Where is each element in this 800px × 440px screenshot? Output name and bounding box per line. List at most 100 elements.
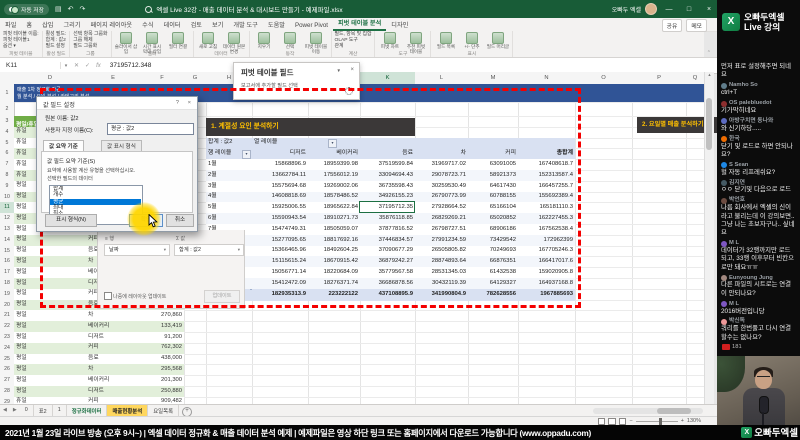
- cancel-entry-icon[interactable]: ✕: [74, 62, 79, 69]
- chat-message[interactable]: M L 2016버전입니당: [721, 301, 796, 316]
- pivot-total-value[interactable]: 1967885693: [518, 288, 575, 302]
- chat-message[interactable]: Eunyoung Jung 다른 파일의 시트로는 연결이 안되나요?: [721, 275, 796, 299]
- fx-icon[interactable]: fx: [96, 63, 101, 69]
- pivot-total-value[interactable]: 182935313.9: [252, 288, 308, 302]
- ribbon-button-필터 연결[interactable]: 필터 연결: [167, 32, 190, 50]
- cell-amount: 438,000: [161, 355, 182, 362]
- chat-list[interactable]: 먼저 표로 설정해주면 되네요 Namho So ctrl+T OS paleblue…: [717, 52, 800, 342]
- ribbon-right-buttons: 공유 메모: [661, 19, 707, 32]
- ribbon-tab-개발 도구[interactable]: 개발 도구: [228, 18, 263, 31]
- values-area-label: Σ 값: [176, 236, 186, 242]
- dialog-close-icon[interactable]: ×: [188, 100, 191, 106]
- chat-message[interactable]: 먼저 표로 설정해주면 되네요: [721, 63, 796, 80]
- ribbon-button-지우기[interactable]: 지우기: [253, 32, 276, 50]
- pivot-total-value[interactable]: 223222122: [308, 288, 360, 302]
- minimize-button[interactable]: —: [661, 6, 677, 13]
- restore-button[interactable]: □: [681, 6, 697, 13]
- confirm-entry-icon[interactable]: ✓: [85, 62, 90, 69]
- autosave-label: 자동 저장: [21, 7, 44, 14]
- chat-message[interactable]: M L 데이터가 32행까지만 로드되고, 33행 이후부터 빈칸으로만 돼요ㅠㅠ: [721, 240, 796, 272]
- chat-message[interactable]: 박신독 쿼리를 한번풀고 다시 연결 할수는 없나요?: [721, 318, 796, 342]
- dialog-title-bar[interactable]: 값 필드 설정 ? ×: [37, 97, 197, 110]
- row-header-1[interactable]: 1: [0, 84, 15, 103]
- chat-text: ㅇㅇ 닫기및 다음으로 로드: [721, 186, 791, 194]
- redo-icon[interactable]: ↷: [79, 5, 85, 13]
- ribbon-tab-그리기[interactable]: 그리기: [58, 18, 85, 31]
- search-icon[interactable]: [145, 5, 153, 13]
- ribbon-tab-도움말[interactable]: 도움말: [263, 18, 290, 31]
- pane-close-icon[interactable]: ×: [350, 67, 354, 73]
- save-icon[interactable]: ▤: [55, 5, 62, 13]
- values-field-chip[interactable]: 합계 : 값2 ▾: [174, 244, 244, 256]
- chat-message[interactable]: 아방구치면 동나와 와 신기하당.....: [721, 118, 796, 133]
- zoom-level[interactable]: 130%: [687, 418, 701, 424]
- ribbon-tab-검토[interactable]: 검토: [186, 18, 207, 31]
- filter-dropdown-icon[interactable]: ▾: [242, 149, 251, 159]
- ribbon-button-필드 머리글[interactable]: 필드 머리글: [486, 32, 509, 50]
- name-box-dropdown-icon[interactable]: ▾: [61, 63, 71, 69]
- zoom-out-icon[interactable]: −: [629, 418, 632, 424]
- ribbon-button-필드 목록[interactable]: 필드 목록: [434, 32, 457, 50]
- chat-message[interactable]: 박언호 나름 회사에서 엑셀의 신이라고 불리는데 이 강의보면.. 그냥 나는 …: [721, 197, 796, 237]
- row-header-2[interactable]: 2: [0, 102, 15, 117]
- zoom-slider[interactable]: [635, 418, 678, 424]
- pivot-total-value[interactable]: 782628556: [468, 288, 518, 302]
- memo-button[interactable]: 메모: [686, 19, 707, 32]
- chat-message[interactable]: OS palebluedot 기가막히네요: [721, 100, 796, 115]
- ribbon-button-+/- 단추[interactable]: +/- 단추: [460, 32, 483, 50]
- ribbon-tab-삽입[interactable]: 삽입: [37, 18, 58, 31]
- ribbon-button-새로 고침[interactable]: 새로 고침: [197, 32, 220, 50]
- collapse-ribbon-icon[interactable]: ⌃: [707, 50, 711, 56]
- pivot-total-value[interactable]: 341990804.9: [415, 288, 468, 302]
- number-format-button[interactable]: 표시 형식(N): [45, 214, 97, 227]
- gear-icon[interactable]: [345, 87, 353, 95]
- ribbon-tab-Power Pivot[interactable]: Power Pivot: [290, 20, 333, 31]
- vertical-scrollbar-thumb[interactable]: [705, 98, 712, 150]
- chat-message[interactable]: 한국 닫기 및 로드로 하면 안되나요?: [721, 136, 796, 160]
- chat-message[interactable]: 김지연 ㅇㅇ 닫기및 다음으로 로드: [721, 180, 796, 195]
- ribbon-button-icon: [310, 32, 323, 44]
- rows-field-chip[interactable]: 날짜 ▾: [104, 244, 170, 256]
- formula-value[interactable]: 37195712.348: [110, 62, 152, 69]
- cancel-button[interactable]: 취소: [166, 214, 194, 227]
- horizontal-scrollbar[interactable]: [593, 408, 703, 414]
- account-avatar[interactable]: [645, 3, 657, 15]
- close-button[interactable]: ×: [701, 6, 717, 13]
- pane-options-icon[interactable]: ▼: [337, 68, 341, 73]
- undo-icon[interactable]: ↶: [68, 5, 74, 13]
- cell-day: 평일: [16, 290, 27, 297]
- ribbon-button-피벗 차트[interactable]: 피벗 차트: [378, 32, 401, 50]
- ribbon-tab-파일[interactable]: 파일: [0, 18, 21, 31]
- ribbon-button-선택[interactable]: 선택: [279, 32, 302, 50]
- ribbon-tab-디자인[interactable]: 디자인: [386, 18, 413, 31]
- custom-name-input[interactable]: 평균 : 값2: [107, 123, 194, 135]
- normal-view-icon[interactable]: [597, 417, 606, 425]
- autosave-toggle[interactable]: 자동 저장: [4, 3, 49, 15]
- live-icon: [722, 344, 730, 350]
- filter-dropdown-icon[interactable]: ▾: [328, 139, 337, 149]
- selected-cell-outline[interactable]: [359, 201, 415, 214]
- name-box[interactable]: K11: [0, 62, 61, 69]
- page-break-view-icon[interactable]: [618, 417, 627, 425]
- defer-layout-checkbox[interactable]: [104, 292, 112, 300]
- ribbon-tab-보기[interactable]: 보기: [207, 18, 228, 31]
- update-button[interactable]: 업데이트: [204, 290, 240, 303]
- add-sheet-icon[interactable]: +: [182, 406, 193, 417]
- cell-day: 평일: [16, 193, 27, 200]
- chat-message[interactable]: Namho So ctrl+T: [721, 82, 796, 97]
- ribbon-tab-데이터[interactable]: 데이터: [159, 18, 186, 31]
- chat-username-row: M L: [721, 301, 796, 308]
- help-icon[interactable]: ?: [176, 100, 179, 106]
- zoom-in-icon[interactable]: +: [681, 418, 684, 424]
- ribbon-tab-홈[interactable]: 홈: [21, 18, 37, 31]
- chat-message[interactable]: S Sean 헐 자동 리프레쉬요?: [721, 162, 796, 177]
- ribbon-tab-수식[interactable]: 수식: [137, 18, 158, 31]
- cell-day: 평일: [16, 203, 27, 210]
- gridline: [632, 84, 633, 404]
- pivot-total-value[interactable]: 437108895.9: [360, 288, 415, 302]
- ribbon-tab-페이지 레이아웃[interactable]: 페이지 레이아웃: [86, 18, 138, 31]
- ribbon-tab-피벗 테이블 분석[interactable]: 피벗 테이블 분석: [332, 16, 387, 31]
- ribbon-button-icon: [146, 32, 159, 44]
- share-button[interactable]: 공유: [661, 19, 683, 32]
- page-layout-view-icon[interactable]: [608, 417, 616, 425]
